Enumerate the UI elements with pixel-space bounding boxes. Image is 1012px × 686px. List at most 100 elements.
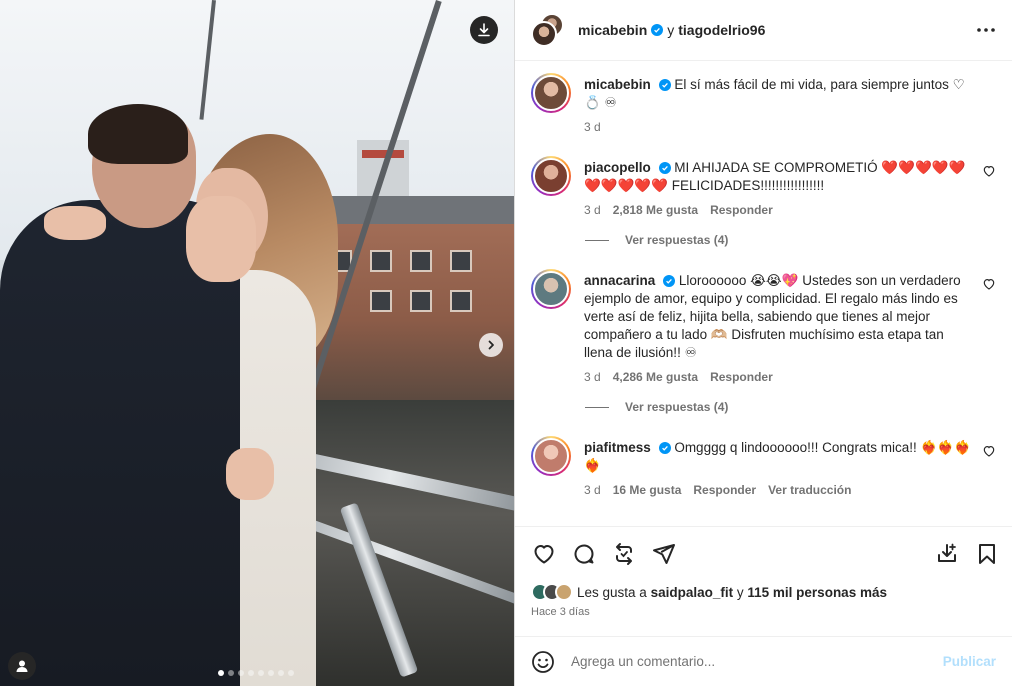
- tagged-users-button[interactable]: [8, 652, 36, 680]
- download-button[interactable]: [470, 16, 498, 44]
- comments-list[interactable]: micabebin El sí más fácil de mi vida, pa…: [515, 61, 1012, 526]
- comment-like-icon[interactable]: [982, 444, 996, 458]
- replies-divider: [585, 406, 609, 408]
- photo-window: [370, 250, 392, 272]
- likes-text: Les gusta a saidpalao_fit y 115 mil pers…: [577, 585, 887, 600]
- repost-button[interactable]: [611, 541, 637, 567]
- download-tray-icon: [938, 543, 956, 562]
- reply-button[interactable]: Responder: [693, 483, 756, 497]
- comment-icon: [574, 544, 594, 563]
- coauthor-link[interactable]: tiagodelrio96: [678, 22, 765, 38]
- post-comment-button[interactable]: Publicar: [943, 654, 996, 669]
- heart-icon: [534, 544, 554, 563]
- action-bar: [515, 526, 1012, 580]
- avatar: [531, 21, 557, 47]
- next-slide-button[interactable]: [479, 333, 503, 357]
- photo-hand: [226, 448, 274, 500]
- emoji-icon[interactable]: [531, 650, 555, 674]
- replies-divider: [585, 239, 609, 241]
- photo-man-hair: [88, 104, 188, 164]
- story-ring[interactable]: [531, 156, 571, 196]
- avatar: [555, 583, 573, 601]
- story-ring[interactable]: [531, 73, 571, 113]
- carousel-dot: [288, 670, 294, 676]
- comment: piacopello MI AHIJADA SE COMPROMETIÓ ❤️❤…: [531, 156, 996, 217]
- more-icon: [977, 28, 995, 32]
- comment-username[interactable]: piafitmess: [584, 440, 651, 455]
- comment-likes[interactable]: 4,286 Me gusta: [613, 370, 698, 384]
- avatar: [533, 158, 569, 194]
- comment-username[interactable]: annacarina: [584, 273, 655, 288]
- likes-prefix: Les gusta a: [577, 584, 647, 600]
- comment-time[interactable]: 3 d: [584, 483, 601, 497]
- comment-username[interactable]: piacopello: [584, 160, 651, 175]
- likes-conjunction: y: [736, 584, 744, 600]
- chevron-right-icon: [488, 340, 494, 350]
- likes-count-link[interactable]: 115 mil personas más: [747, 585, 887, 600]
- avatar: [533, 271, 569, 307]
- photo-hand: [44, 206, 106, 240]
- download-icon: [478, 23, 490, 37]
- collab-avatars[interactable]: [531, 13, 565, 47]
- view-replies-label: Ver respuestas (4): [625, 233, 729, 247]
- avatar: [533, 75, 569, 111]
- likes-summary[interactable]: Les gusta a saidpalao_fit y 115 mil pers…: [515, 580, 1012, 604]
- story-ring[interactable]: [531, 269, 571, 309]
- post-date[interactable]: Hace 3 días: [515, 604, 1012, 626]
- verified-icon: [658, 162, 671, 175]
- save-button[interactable]: [974, 541, 1000, 567]
- share-button[interactable]: [651, 541, 677, 567]
- comment-like-icon[interactable]: [982, 277, 996, 291]
- comment: annacarina Lloroooooo 😭😭💖 Ustedes son un…: [531, 269, 996, 384]
- photo-hand: [186, 196, 256, 282]
- comment-username[interactable]: micabebin: [584, 77, 651, 92]
- view-replies-button[interactable]: Ver respuestas (4): [585, 400, 996, 414]
- view-replies-label: Ver respuestas (4): [625, 400, 729, 414]
- reply-button[interactable]: Responder: [710, 370, 773, 384]
- add-comment-bar: Publicar: [515, 636, 1012, 686]
- more-options-button[interactable]: [974, 18, 998, 42]
- conjunction-text: y: [667, 22, 675, 38]
- post-header: micabebin y tiagodelrio96: [515, 0, 1012, 61]
- comment-time[interactable]: 3 d: [584, 120, 601, 134]
- carousel-dot: [248, 670, 254, 676]
- photo-building-roof: [318, 196, 514, 224]
- comment-likes[interactable]: 16 Me gusta: [613, 483, 682, 497]
- photo-window: [450, 250, 472, 272]
- comment-button[interactable]: [571, 541, 597, 567]
- comment-likes[interactable]: 2,818 Me gusta: [613, 203, 698, 217]
- verified-icon: [651, 24, 664, 36]
- carousel-dot: [218, 670, 224, 676]
- author-link[interactable]: micabebin: [578, 22, 647, 38]
- like-button[interactable]: [531, 541, 557, 567]
- comment-time[interactable]: 3 d: [584, 370, 601, 384]
- collab-names: micabebin y tiagodelrio96: [578, 22, 974, 38]
- liker-link[interactable]: saidpalao_fit: [651, 585, 734, 600]
- story-ring[interactable]: [531, 436, 571, 476]
- photo-window: [410, 290, 432, 312]
- post-photo[interactable]: [0, 0, 514, 686]
- photo-window: [450, 290, 472, 312]
- translate-button[interactable]: Ver traducción: [768, 483, 851, 497]
- view-replies-button[interactable]: Ver respuestas (4): [585, 233, 996, 247]
- comment-time[interactable]: 3 d: [584, 203, 601, 217]
- user-icon: [16, 660, 28, 672]
- download-post-button[interactable]: [934, 541, 960, 567]
- carousel-indicator: [218, 670, 294, 676]
- verified-icon: [658, 442, 671, 455]
- photo-window: [370, 290, 392, 312]
- photo-tower-sign: [362, 150, 404, 158]
- carousel-dot: [238, 670, 244, 676]
- carousel-dot: [268, 670, 274, 676]
- post-panel: micabebin y tiagodelrio96 micabebin El s…: [514, 0, 1012, 686]
- reply-button[interactable]: Responder: [710, 203, 773, 217]
- send-icon: [653, 543, 675, 564]
- comment-input[interactable]: [571, 654, 943, 669]
- carousel-dot: [258, 670, 264, 676]
- photo-window: [410, 250, 432, 272]
- verified-icon: [658, 79, 671, 92]
- caption: micabebin El sí más fácil de mi vida, pa…: [531, 73, 996, 134]
- comment: piafitmess Omgggg q lindoooooo!!! Congra…: [531, 436, 996, 497]
- comment-like-icon[interactable]: [982, 164, 996, 178]
- carousel-dot: [228, 670, 234, 676]
